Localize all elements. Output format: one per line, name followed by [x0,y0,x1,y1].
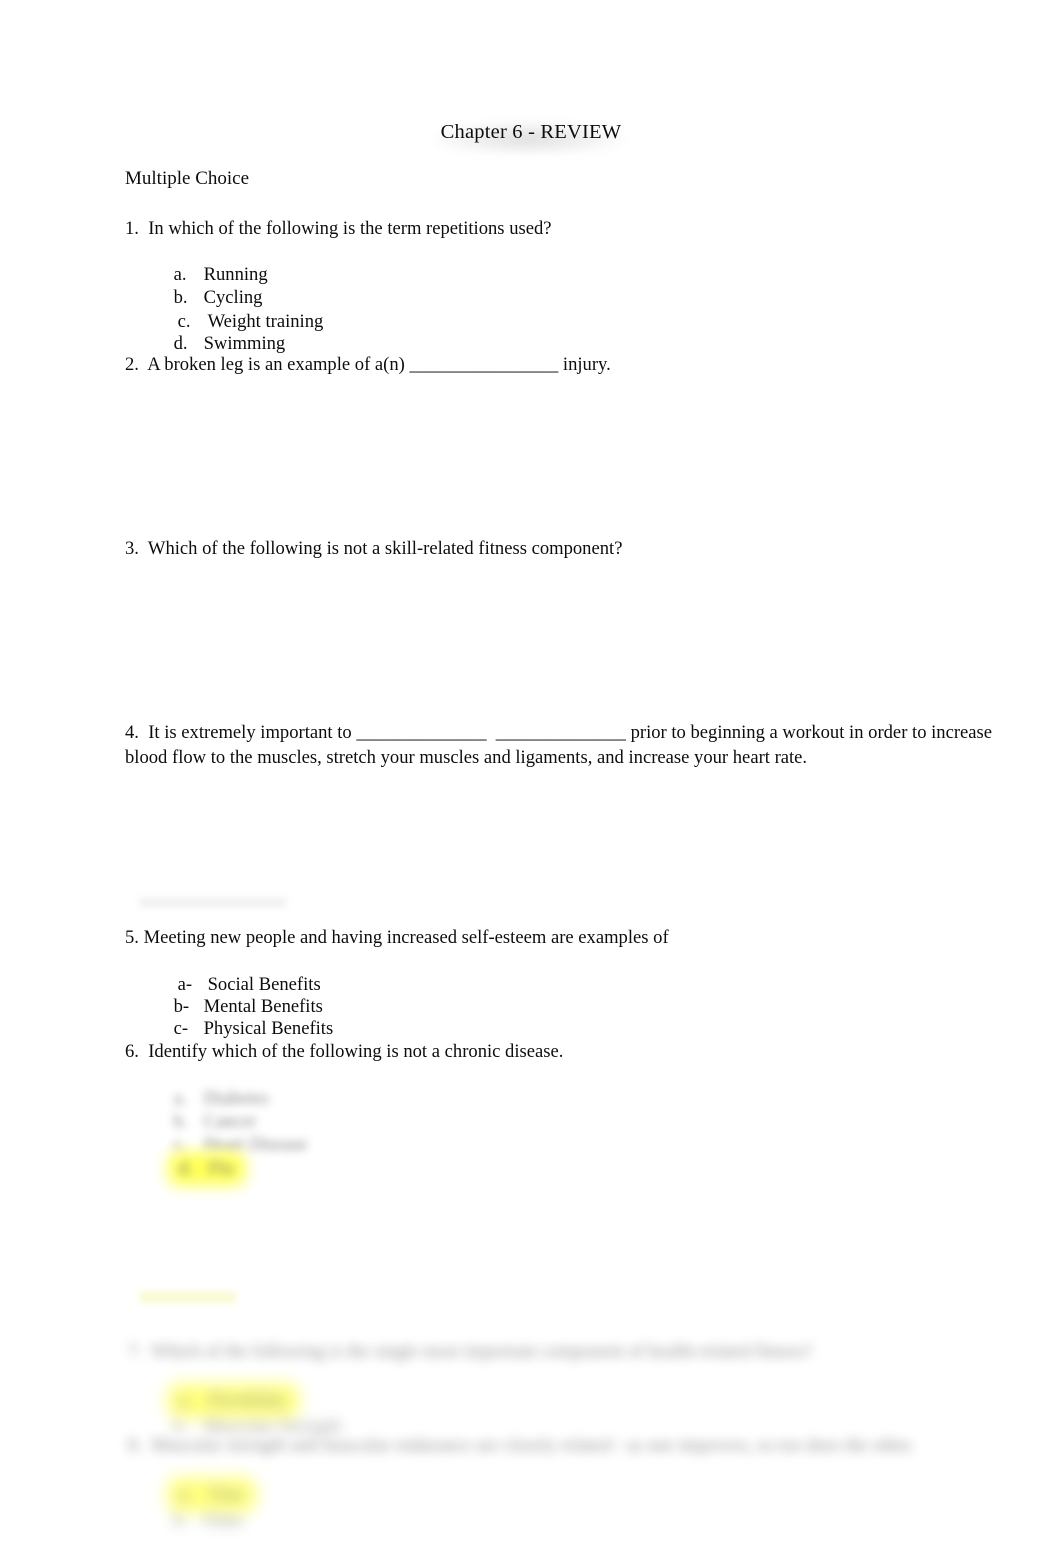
question-8-option-b-label: False [203,1509,243,1531]
question-6-option-d-label: Flu [208,1157,234,1179]
question-3-stem: 3. Which of the following is not a skill… [125,538,623,559]
faint-yellow-smudge [140,1291,236,1304]
section-label-multiple-choice: Multiple Choice [125,168,250,189]
document-page: Chapter 6 - REVIEW Multiple Choice 1. In… [0,0,1062,1561]
question-4-stem-line-2: blood flow to the muscles, stretch your … [125,747,808,768]
question-1-option-d-label: Swimming [203,332,286,354]
question-4-stem-line-1: 4. It is extremely important to ________… [125,722,993,743]
question-5-stem: 5. Meeting new people and having increas… [125,927,669,948]
question-5-option-c-marker: c- [173,1017,189,1039]
question-2-stem: 2. A broken leg is an example of a(n) __… [125,354,611,375]
question-8-option-b[interactable]: b. False [155,1485,243,1556]
page-title: Chapter 6 - REVIEW [440,121,622,143]
question-6-option-d[interactable]: d. Flu [155,1132,239,1206]
question-6-stem: 6. Identify which of the following is no… [125,1041,564,1062]
question-6-option-d-marker: d. [178,1157,193,1179]
question-7-stem: 7. Which of the following is the single … [128,1341,812,1362]
faint-gray-smudge [140,896,286,909]
question-1-stem: 1. In which of the following is the term… [125,218,552,239]
question-5-option-c-label: Physical Benefits [203,1017,334,1039]
question-6-option-d-highlight: d. Flu [174,1156,240,1183]
question-8-option-b-marker: b. [173,1509,188,1531]
question-8-stem: 8. Muscular strength and muscular endura… [128,1435,915,1456]
